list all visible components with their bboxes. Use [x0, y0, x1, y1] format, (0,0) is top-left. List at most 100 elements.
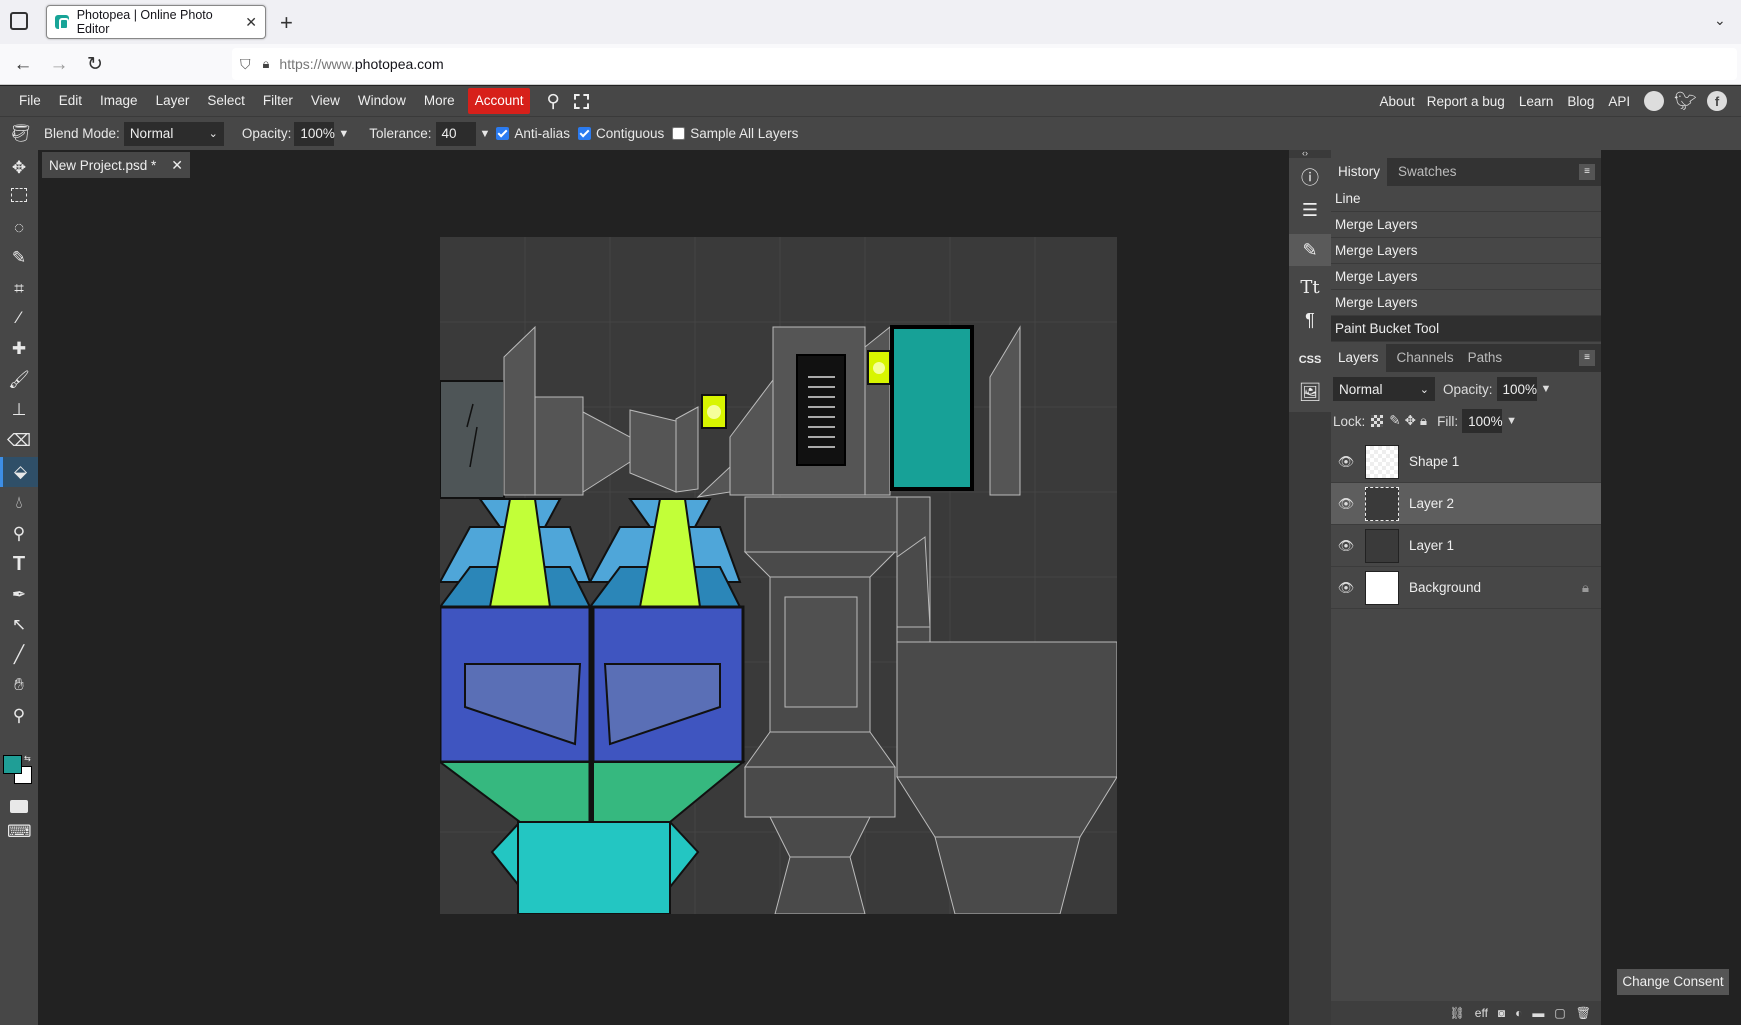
healing-brush-tool-icon[interactable]: ✚: [7, 337, 31, 361]
path-select-tool-icon[interactable]: ↖: [7, 613, 31, 637]
paint-bucket-tool-icon[interactable]: 🪣︎: [10, 124, 32, 144]
tab-paths[interactable]: Paths: [1461, 344, 1510, 372]
history-item[interactable]: Merge Layers: [1331, 290, 1601, 316]
facebook-icon[interactable]: f: [1707, 91, 1727, 111]
line-tool-icon[interactable]: ╱: [7, 643, 31, 667]
account-button[interactable]: Account: [467, 88, 531, 114]
layer-blend-select[interactable]: Normal ⌄: [1333, 377, 1435, 401]
menu-layer[interactable]: Layer: [147, 86, 199, 116]
link-report-bug[interactable]: Report a bug: [1427, 94, 1505, 109]
zoom-tool-icon[interactable]: ⚲: [7, 704, 31, 728]
clone-stamp-tool-icon[interactable]: ⊥: [7, 398, 31, 422]
link-blog[interactable]: Blog: [1567, 94, 1594, 109]
link-learn[interactable]: Learn: [1519, 94, 1554, 109]
paragraph-icon[interactable]: ¶: [1289, 304, 1331, 336]
blur-tool-icon[interactable]: 💧︎: [7, 491, 31, 515]
quick-mask-icon[interactable]: [7, 796, 31, 820]
forward-arrow-icon[interactable]: →: [46, 52, 72, 78]
visibility-eye-icon[interactable]: 👁︎: [1331, 496, 1361, 512]
url-field[interactable]: ⛉ 🔒︎ https://www. photopea.com: [232, 48, 1737, 80]
reload-icon[interactable]: ↻: [82, 52, 108, 78]
history-item[interactable]: Merge Layers: [1331, 238, 1601, 264]
shield-icon[interactable]: ⛉: [240, 56, 251, 73]
link-about[interactable]: About: [1379, 94, 1414, 109]
visibility-eye-icon[interactable]: 👁︎: [1331, 580, 1361, 596]
menu-more[interactable]: More: [415, 86, 464, 116]
image-icon[interactable]: 🖼︎: [1289, 376, 1331, 408]
menu-image[interactable]: Image: [91, 86, 147, 116]
layer-row[interactable]: 👁︎ Background 🔒︎: [1331, 567, 1601, 609]
menu-filter[interactable]: Filter: [254, 86, 302, 116]
menu-file[interactable]: File: [10, 86, 50, 116]
menu-view[interactable]: View: [302, 86, 349, 116]
visibility-eye-icon[interactable]: 👁︎: [1331, 538, 1361, 554]
search-icon[interactable]: ⚲: [546, 91, 559, 112]
css-icon[interactable]: CSS: [1289, 344, 1331, 376]
character-icon[interactable]: Tt: [1289, 272, 1331, 304]
lock-position-icon[interactable]: ✥: [1405, 413, 1416, 429]
dodge-tool-icon[interactable]: ⚲: [7, 522, 31, 546]
history-item[interactable]: Merge Layers: [1331, 212, 1601, 238]
history-item[interactable]: Merge Layers: [1331, 264, 1601, 290]
twitter-icon[interactable]: 🐦︎: [1674, 91, 1697, 112]
tab-list-icon[interactable]: [10, 12, 28, 30]
adjustments-icon[interactable]: ☰: [1289, 194, 1331, 226]
lock-transparency-icon[interactable]: [1371, 415, 1384, 427]
hand-tool-icon[interactable]: ✋︎: [7, 673, 31, 697]
contiguous-checkbox[interactable]: [577, 127, 591, 140]
blend-mode-select[interactable]: Normal ⌄: [123, 121, 224, 146]
info-icon[interactable]: ⓘ: [1289, 162, 1331, 194]
type-tool-icon[interactable]: T: [7, 552, 31, 576]
browser-tab[interactable]: Photopea | Online Photo Editor ✕: [46, 5, 266, 39]
brush-settings-icon[interactable]: ✎: [1289, 234, 1331, 266]
move-tool-icon[interactable]: ✥: [7, 156, 31, 180]
visibility-eye-icon[interactable]: 👁︎: [1331, 454, 1361, 470]
change-consent-button[interactable]: Change Consent: [1617, 969, 1729, 995]
delete-layer-icon[interactable]: 🗑︎: [1576, 1006, 1591, 1020]
fullscreen-icon[interactable]: [573, 93, 589, 109]
document-canvas[interactable]: [440, 237, 1117, 914]
document-tab[interactable]: New Project.psd * ✕: [42, 152, 190, 178]
layer-opacity-input[interactable]: 100%: [1496, 377, 1537, 401]
lasso-tool-icon[interactable]: ◌: [7, 216, 31, 240]
brush-tool-icon[interactable]: 🖌︎: [7, 368, 31, 392]
crop-tool-icon[interactable]: ⌗: [7, 277, 31, 301]
lock-icon[interactable]: 🔒︎: [263, 56, 270, 72]
reddit-icon[interactable]: [1644, 91, 1665, 111]
menu-edit[interactable]: Edit: [50, 86, 91, 116]
new-tab-button[interactable]: +: [280, 10, 293, 36]
layer-opacity-dropdown-icon[interactable]: ▼: [1541, 383, 1552, 395]
layer-row[interactable]: 👁︎ Shape 1: [1331, 441, 1601, 483]
close-document-icon[interactable]: ✕: [171, 157, 183, 174]
add-mask-icon[interactable]: ◙: [1498, 1006, 1505, 1020]
collapse-panels-icon[interactable]: ‹›: [1302, 148, 1308, 158]
menu-select[interactable]: Select: [198, 86, 254, 116]
new-group-icon[interactable]: ▬: [1532, 1006, 1544, 1020]
back-arrow-icon[interactable]: ←: [10, 52, 36, 78]
tab-swatches[interactable]: Swatches: [1391, 158, 1464, 186]
eyedropper-tool-icon[interactable]: ⁄: [7, 306, 31, 330]
new-layer-icon[interactable]: ▢: [1554, 1006, 1565, 1020]
pen-tool-icon[interactable]: ✒: [7, 583, 31, 607]
history-panel-menu-icon[interactable]: ≡: [1579, 164, 1595, 180]
quick-select-tool-icon[interactable]: ✎: [7, 246, 31, 270]
tab-overflow-chevron-icon[interactable]: ⌄: [1714, 12, 1726, 29]
eraser-tool-icon[interactable]: ⌫: [7, 429, 31, 453]
layer-effects-button[interactable]: eff: [1475, 1006, 1488, 1020]
close-tab-icon[interactable]: ✕: [245, 14, 257, 31]
history-item[interactable]: Line: [1331, 186, 1601, 212]
history-item-current[interactable]: Paint Bucket Tool: [1331, 316, 1601, 342]
tab-channels[interactable]: Channels: [1390, 344, 1461, 372]
layer-row[interactable]: 👁︎ Layer 1: [1331, 525, 1601, 567]
fill-dropdown-icon[interactable]: ▼: [1506, 415, 1517, 427]
layer-row-selected[interactable]: 👁︎ Layer 2: [1331, 483, 1601, 525]
link-api[interactable]: API: [1608, 94, 1630, 109]
lock-pixels-icon[interactable]: ✎: [1389, 413, 1400, 429]
opacity-input[interactable]: 100%: [294, 121, 335, 146]
foreground-color-swatch[interactable]: [3, 755, 22, 774]
swap-colors-icon[interactable]: ⇆: [24, 754, 31, 763]
lock-all-icon[interactable]: 🔒︎: [1420, 413, 1427, 429]
opacity-dropdown-icon[interactable]: ▼: [338, 128, 349, 140]
tolerance-input[interactable]: 40: [435, 121, 476, 146]
fill-input[interactable]: 100%: [1462, 409, 1503, 433]
